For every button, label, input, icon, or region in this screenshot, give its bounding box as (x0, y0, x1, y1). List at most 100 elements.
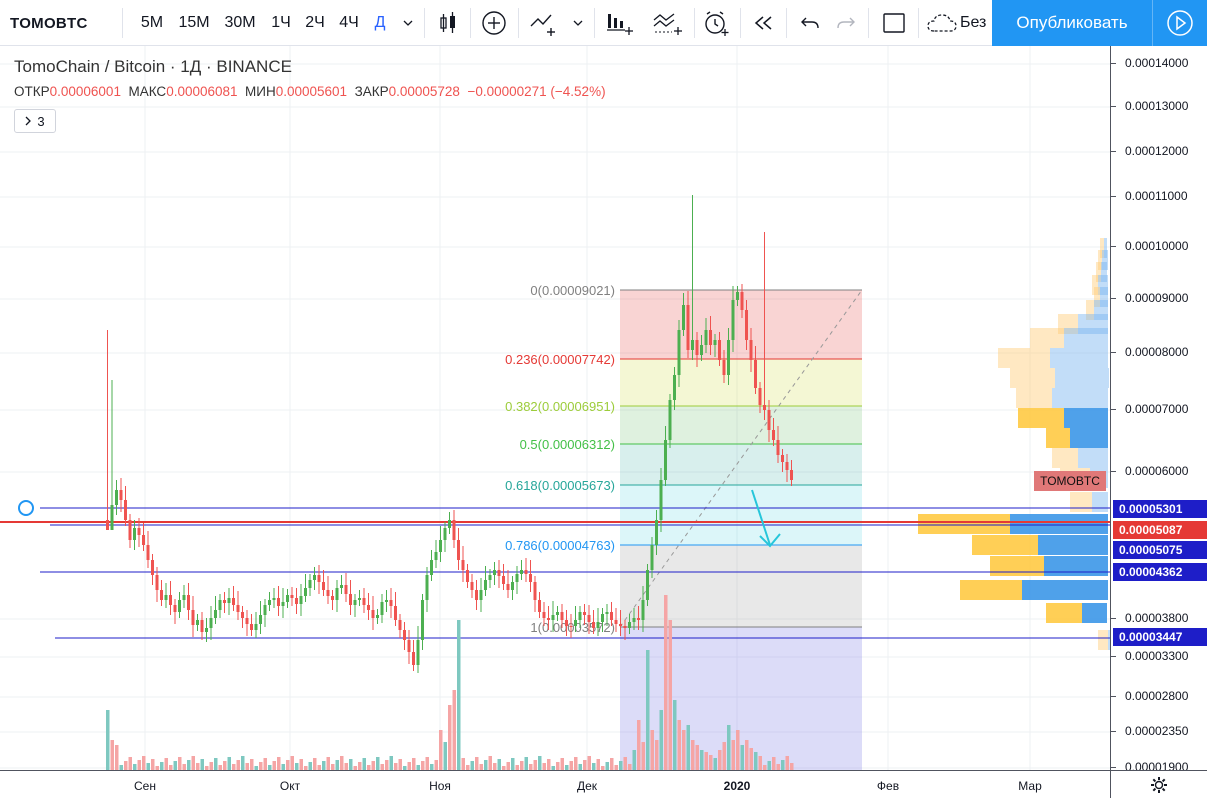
price-tick-label: 0.00003300 (1110, 649, 1189, 663)
volume-bar (362, 758, 366, 770)
chevron-down-icon[interactable] (396, 0, 420, 46)
candle-body (232, 598, 235, 605)
candle-body (542, 612, 546, 618)
interval-2h[interactable]: 2Ч (298, 0, 332, 46)
layout-icon[interactable] (874, 0, 914, 46)
candle-body (398, 620, 402, 630)
interval-15m[interactable]: 15М (172, 0, 216, 46)
replay-icon[interactable] (746, 0, 782, 46)
alert-icon[interactable] (698, 0, 734, 46)
candle-body (223, 600, 226, 603)
candle-body (331, 596, 334, 600)
candle-body (772, 430, 775, 440)
candle-body (551, 615, 555, 620)
chevron-down-icon[interactable] (566, 0, 590, 46)
open-value: 0.00006001 (49, 84, 121, 99)
interval-1d[interactable]: Д (366, 0, 394, 46)
close-label: ЗАКР (354, 84, 389, 99)
volume-bar (475, 757, 479, 770)
symbol-search-button[interactable]: TOMOBTC (0, 0, 120, 46)
candle-body (376, 615, 379, 618)
candle-body (695, 340, 699, 355)
gear-icon[interactable] (1110, 770, 1207, 798)
volume-bar (448, 705, 452, 770)
legend-collapse-button[interactable]: 3 (14, 109, 56, 133)
volume-bar (497, 759, 501, 770)
volume-bar (722, 742, 726, 770)
candles-icon[interactable] (430, 0, 466, 46)
time-axis[interactable]: Сен Окт Ноя Дек 2020 Фев Мар (0, 770, 1110, 798)
price-tick-label: 0.00002350 (1110, 724, 1189, 738)
volume-bar (340, 756, 344, 770)
candle-body (259, 615, 262, 624)
volume-bar (506, 762, 510, 770)
candle-body (713, 340, 717, 345)
volume-bar (191, 756, 195, 770)
volume-bar (358, 762, 362, 770)
chart-pane[interactable]: 0(0.00009021) 0.236(0.00007742) 0.382(0.00… (0, 46, 1110, 770)
candle-body (650, 545, 654, 570)
volume-bar (209, 762, 213, 770)
volume-profile-down-bar (1010, 514, 1108, 534)
candle-body (191, 610, 195, 625)
cloud-save-icon[interactable] (924, 0, 960, 46)
candle-body (434, 552, 438, 560)
candle-body (614, 620, 618, 624)
time-tick-label: 2020 (723, 779, 751, 793)
undo-icon[interactable] (792, 0, 828, 46)
fib-zone (620, 359, 862, 406)
interval-1h[interactable]: 1Ч (264, 0, 298, 46)
volume-bar (439, 730, 443, 770)
volume-bar (538, 756, 542, 770)
volume-bar (394, 763, 398, 770)
indicator-templates-icon[interactable] (646, 0, 690, 46)
candle-body (425, 575, 429, 600)
redo-icon[interactable] (828, 0, 864, 46)
candle-body (493, 570, 496, 575)
toolbar-divider (868, 8, 869, 38)
candle-body (115, 490, 118, 505)
volume-bar (425, 757, 429, 770)
toolbar-divider (740, 8, 741, 38)
add-indicator-icon[interactable] (476, 0, 512, 46)
template-label[interactable]: Без (960, 0, 992, 46)
candle-body (461, 560, 465, 570)
play-icon[interactable] (1152, 0, 1207, 46)
interval-30m[interactable]: 30М (218, 0, 262, 46)
candle-body (691, 340, 694, 350)
volume-bar (574, 757, 578, 770)
volume-profile-down-bar (1055, 368, 1109, 388)
candle-body (367, 605, 370, 610)
chart-canvas[interactable]: 0(0.00009021) 0.236(0.00007742) 0.382(0.00… (0, 46, 1110, 770)
price-label-badge: 0.00005301 (1113, 500, 1207, 518)
candle-body (587, 615, 591, 622)
volume-bar (556, 762, 560, 770)
volume-bar (241, 756, 245, 770)
fib-level-label: 0.786(0.00004763) (505, 538, 615, 553)
candle-body (142, 535, 145, 545)
volume-bar (385, 760, 389, 770)
volume-bar (704, 752, 708, 770)
financials-icon[interactable] (600, 0, 640, 46)
candle-body (218, 600, 222, 610)
price-axis[interactable]: 0.00014000 0.00013000 0.00012000 0.00011000… (1110, 46, 1207, 774)
volume-profile-down-bar (1038, 535, 1108, 555)
volume-bar (214, 758, 218, 770)
interval-5m[interactable]: 5М (134, 0, 170, 46)
compare-icon[interactable] (524, 0, 564, 46)
publish-button[interactable]: Опубликовать (992, 0, 1152, 46)
toolbar-divider (694, 8, 695, 38)
volume-bar (632, 750, 636, 770)
legend-symbol-title: TomoChain / Bitcoin · 1Д · BINANCE (14, 57, 292, 76)
volume-bar (655, 740, 659, 770)
candle-body (196, 620, 199, 625)
candle-body (277, 598, 280, 606)
volume-bar (695, 745, 699, 770)
price-tick-label: 0.00011000 (1111, 189, 1188, 203)
volume-bar (313, 758, 317, 770)
volume-bar (196, 763, 200, 770)
candle-body (601, 614, 604, 622)
candle-body (254, 624, 258, 630)
volume-profile-up-bar (990, 556, 1044, 576)
interval-4h[interactable]: 4Ч (332, 0, 366, 46)
